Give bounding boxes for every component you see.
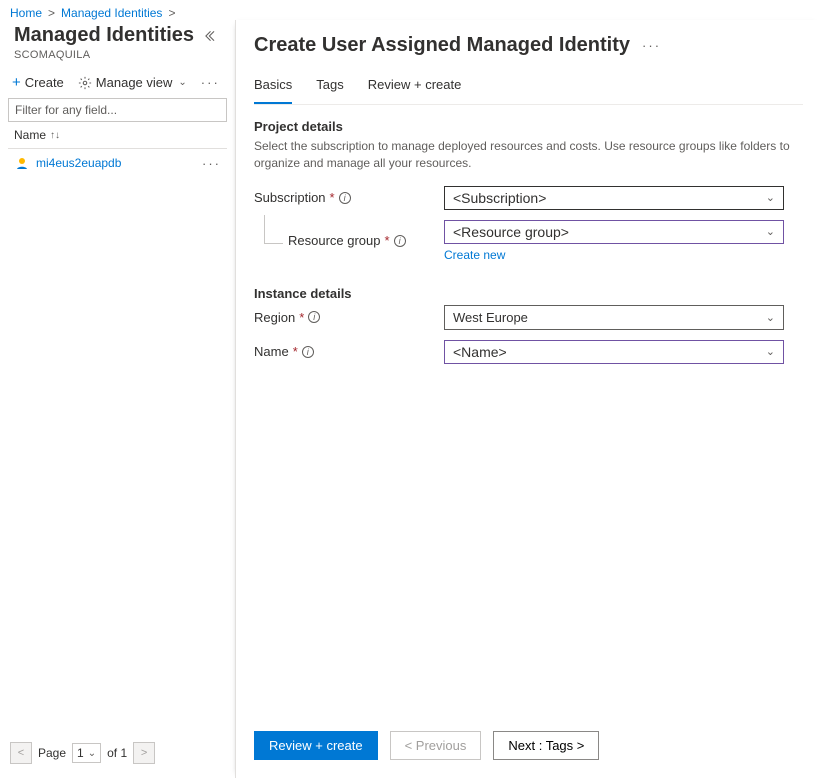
chevron-down-icon: ⌄ bbox=[88, 748, 96, 759]
region-select[interactable]: West Europe ⌄ bbox=[444, 305, 784, 330]
filter-input[interactable] bbox=[8, 98, 227, 122]
list-item-label: mi4eus2euapdb bbox=[36, 156, 121, 170]
command-bar-more-button[interactable]: ··· bbox=[201, 75, 220, 90]
name-input[interactable]: <Name> ⌄ bbox=[444, 340, 784, 364]
breadcrumb-sep: > bbox=[168, 6, 175, 20]
left-pane: Managed Identities SCOMAQUILA + Create M… bbox=[0, 20, 235, 778]
pager-next-button[interactable]: > bbox=[133, 742, 155, 764]
pager-page-label: Page bbox=[38, 746, 66, 760]
chevron-down-icon: ⌄ bbox=[766, 225, 775, 238]
name-label-text: Name bbox=[254, 344, 289, 359]
breadcrumb-home[interactable]: Home bbox=[10, 6, 42, 20]
plus-icon: + bbox=[12, 75, 21, 90]
pager: < Page 1 ⌄ of 1 > bbox=[8, 736, 227, 770]
breadcrumb: Home > Managed Identities > bbox=[0, 0, 821, 20]
command-bar: + Create Manage view ⌄ ··· bbox=[8, 65, 227, 98]
region-label: Region * i bbox=[254, 310, 444, 325]
next-button[interactable]: Next : Tags > bbox=[493, 731, 599, 760]
manage-view-button[interactable]: Manage view ⌄ bbox=[78, 75, 187, 90]
collapse-left-pane-button[interactable] bbox=[203, 27, 221, 45]
managed-identity-icon bbox=[14, 155, 30, 171]
chevron-down-icon: ⌄ bbox=[766, 191, 775, 204]
instance-details-heading: Instance details bbox=[254, 286, 803, 301]
create-new-resource-group-link[interactable]: Create new bbox=[444, 248, 803, 262]
tabs: Basics Tags Review + create bbox=[254, 71, 803, 105]
manage-view-label: Manage view bbox=[96, 75, 173, 90]
resource-group-label: Resource group * i bbox=[254, 233, 444, 248]
pager-page-select[interactable]: 1 ⌄ bbox=[72, 743, 101, 763]
pager-total: of 1 bbox=[107, 746, 127, 760]
page-title: Managed Identities bbox=[14, 24, 194, 47]
column-header-name[interactable]: Name ↑↓ bbox=[8, 122, 227, 149]
chevron-down-icon: ⌄ bbox=[766, 345, 775, 358]
subscription-select[interactable]: <Subscription> ⌄ bbox=[444, 186, 784, 210]
name-label: Name * i bbox=[254, 344, 444, 359]
review-create-button[interactable]: Review + create bbox=[254, 731, 378, 760]
chevron-down-icon: ⌄ bbox=[178, 77, 186, 88]
required-asterisk: * bbox=[299, 310, 304, 325]
column-header-label: Name bbox=[14, 128, 46, 142]
subscription-label: Subscription * i bbox=[254, 190, 444, 205]
resource-group-value: <Resource group> bbox=[453, 224, 569, 240]
region-value: West Europe bbox=[453, 310, 528, 325]
info-icon[interactable]: i bbox=[394, 235, 406, 247]
required-asterisk: * bbox=[330, 190, 335, 205]
breadcrumb-sep: > bbox=[48, 6, 55, 20]
region-label-text: Region bbox=[254, 310, 295, 325]
info-icon[interactable]: i bbox=[339, 192, 351, 204]
form-title: Create User Assigned Managed Identity bbox=[254, 34, 630, 57]
required-asterisk: * bbox=[293, 344, 298, 359]
list-item[interactable]: mi4eus2euapdb ··· bbox=[8, 149, 227, 177]
scope-subtitle: SCOMAQUILA bbox=[14, 49, 221, 61]
info-icon[interactable]: i bbox=[302, 346, 314, 358]
project-details-heading: Project details bbox=[254, 119, 803, 134]
tab-basics[interactable]: Basics bbox=[254, 71, 292, 104]
required-asterisk: * bbox=[385, 233, 390, 248]
subscription-value: <Subscription> bbox=[453, 190, 546, 206]
right-pane: Create User Assigned Managed Identity ··… bbox=[235, 20, 821, 778]
subscription-label-text: Subscription bbox=[254, 190, 326, 205]
create-button[interactable]: + Create bbox=[12, 75, 64, 90]
project-details-desc: Select the subscription to manage deploy… bbox=[254, 138, 803, 172]
pager-page-value: 1 bbox=[77, 746, 84, 760]
form-more-button[interactable]: ··· bbox=[642, 38, 661, 53]
chevron-down-icon: ⌄ bbox=[766, 311, 775, 324]
create-label: Create bbox=[25, 75, 64, 90]
tab-tags[interactable]: Tags bbox=[316, 71, 343, 104]
pager-prev-button[interactable]: < bbox=[10, 742, 32, 764]
wizard-footer: Review + create < Previous Next : Tags > bbox=[254, 721, 803, 770]
sort-arrow-icon: ↑↓ bbox=[50, 130, 60, 141]
name-value: <Name> bbox=[453, 344, 507, 360]
list-item-more-button[interactable]: ··· bbox=[202, 156, 221, 171]
breadcrumb-managed-identities[interactable]: Managed Identities bbox=[61, 6, 162, 20]
tab-review-create[interactable]: Review + create bbox=[368, 71, 462, 104]
gear-icon bbox=[78, 76, 92, 90]
resource-group-select[interactable]: <Resource group> ⌄ bbox=[444, 220, 784, 244]
previous-button[interactable]: < Previous bbox=[390, 731, 482, 760]
info-icon[interactable]: i bbox=[308, 311, 320, 323]
resource-group-label-text: Resource group bbox=[288, 233, 381, 248]
